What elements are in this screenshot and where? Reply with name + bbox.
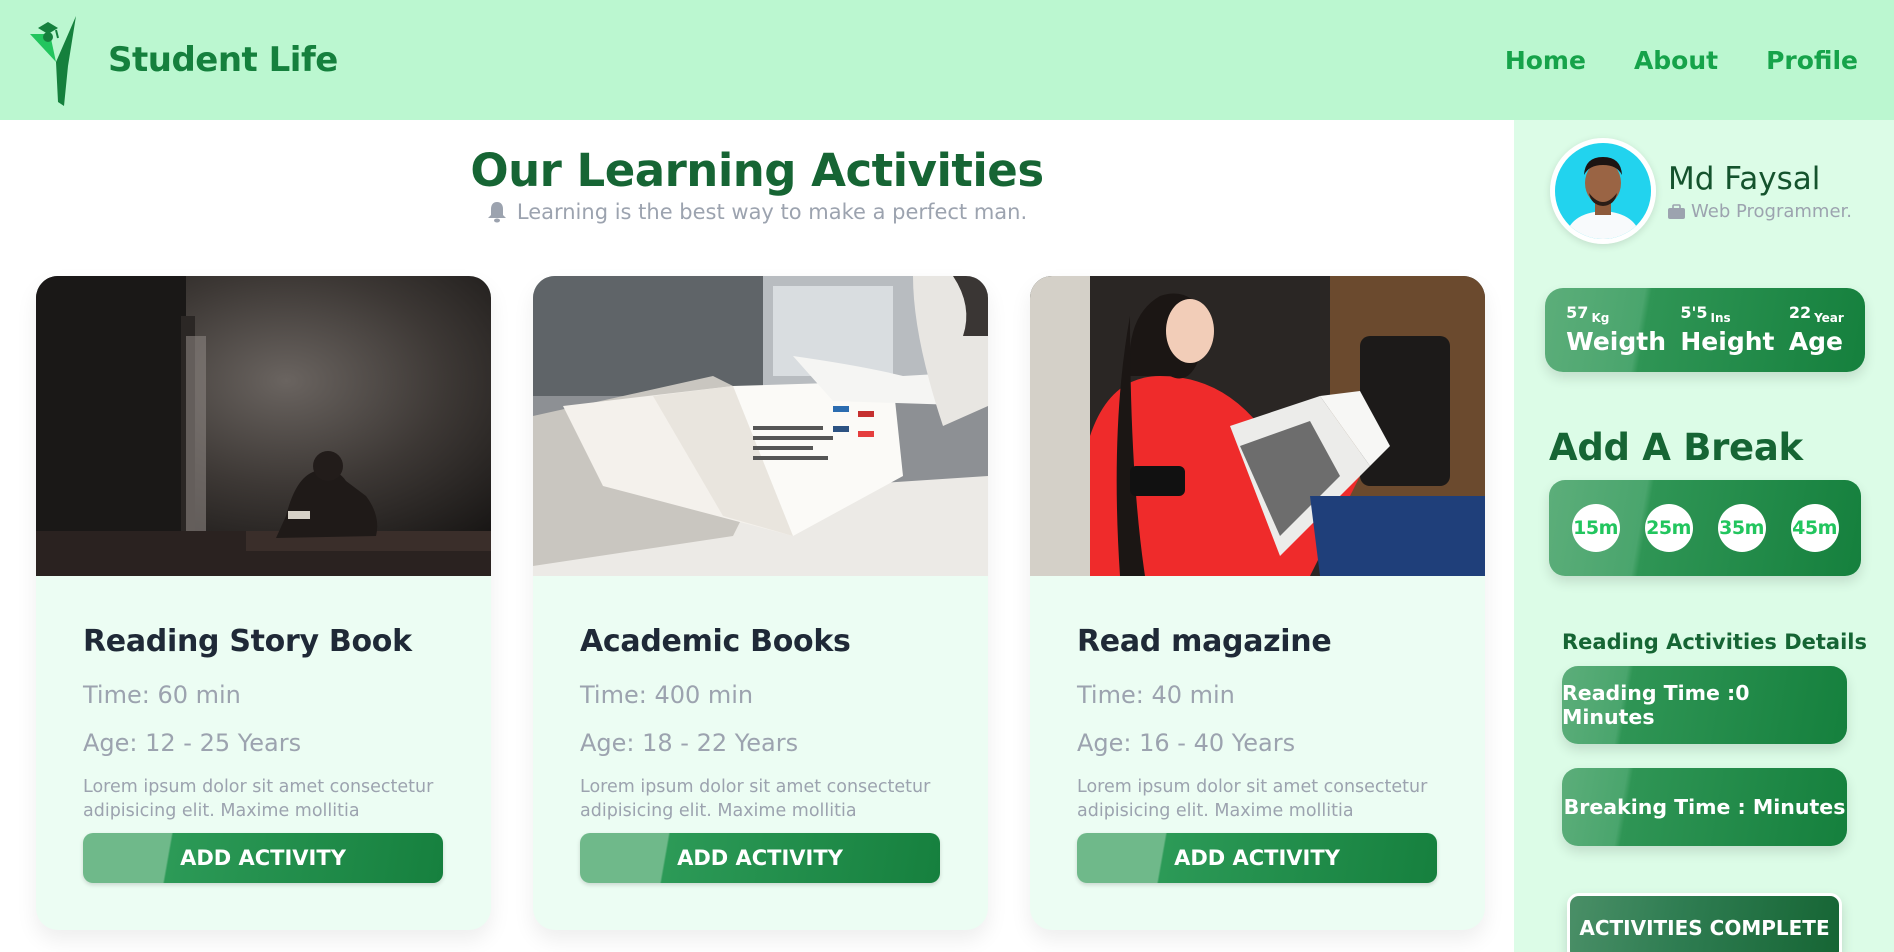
add-activity-button[interactable]: ADD ACTIVITY [580,833,940,883]
stat-label: Height [1680,326,1775,356]
page-title: Our Learning Activities [470,144,1044,197]
card-title: Academic Books [580,624,851,659]
nav-home[interactable]: Home [1505,46,1586,75]
profile-role-text: Web Programmer. [1691,200,1852,222]
card-description: Lorem ipsum dolor sit amet consectetur a… [1077,777,1428,821]
profile-card: Md Faysal Web Programmer. [1550,138,1852,244]
card-description: Lorem ipsum dolor sit amet consectetur a… [83,777,434,821]
body-stats: 57 Kg Weigth 5'5 Ins Height 22 Year Age [1545,288,1865,372]
card-time: Time: 60 min [83,681,241,709]
student-logo-icon [30,16,76,106]
subtitle-text: Learning is the best way to make a perfe… [516,200,1028,224]
profile-name: Md Faysal [1668,160,1821,197]
profile-role: Web Programmer. [1668,201,1852,222]
activity-card: Read magazine Time: 40 min Age: 16 - 40 … [1030,276,1485,930]
avatar [1550,138,1656,244]
stat-label: Age [1788,326,1844,356]
break-option-45m[interactable]: 45m [1790,504,1839,552]
card-age: Age: 16 - 40 Years [1077,729,1296,757]
card-title: Reading Story Book [83,624,412,659]
add-break-title: Add A Break [1549,426,1803,469]
brand[interactable]: Student Life [28,14,338,106]
bell-icon [487,202,506,223]
nav-about[interactable]: About [1634,46,1718,75]
stat-age: 22 Year Age [1788,302,1844,357]
card-age: Age: 12 - 25 Years [83,729,302,757]
breaking-time-display: Breaking Time : Minutes [1562,768,1847,846]
stat-label: Weigth [1566,326,1667,356]
break-option-15m[interactable]: 15m [1571,504,1620,552]
card-time: Time: 40 min [1077,681,1235,709]
nav-profile[interactable]: Profile [1766,46,1858,75]
card-description: Lorem ipsum dolor sit amet consectetur a… [580,777,931,821]
stat-value: 5'5 [1680,302,1708,322]
break-option-35m[interactable]: 35m [1717,504,1766,552]
main-content: Our Learning Activities Learning is the … [0,120,1514,952]
card-title: Read magazine [1077,624,1332,659]
activity-card: Academic Books Time: 400 min Age: 18 - 2… [533,276,988,930]
page-subtitle: Learning is the best way to make a perfe… [0,200,1514,224]
add-activity-button[interactable]: ADD ACTIVITY [1077,833,1437,883]
brand-name: Student Life [108,40,338,80]
stat-unit: Ins [1710,310,1731,325]
card-image-reading-story [36,276,491,576]
details-title: Reading Activities Details [1562,630,1868,654]
activity-card: Reading Story Book Time: 60 min Age: 12 … [36,276,491,930]
activities-complete-button[interactable]: ACTIVITIES COMPLETE [1567,893,1842,952]
add-activity-button[interactable]: ADD ACTIVITY [83,833,443,883]
card-time: Time: 400 min [580,681,754,709]
main-nav: Home About Profile [1505,46,1858,75]
profile-sidebar: Md Faysal Web Programmer. 57 Kg Weigth 5'… [1514,120,1894,952]
activity-cards: Reading Story Book Time: 60 min Age: 12 … [36,276,1485,930]
stat-unit: Kg [1591,310,1610,325]
stat-value: 57 [1566,302,1589,322]
card-age: Age: 18 - 22 Years [580,729,799,757]
stat-value: 22 [1788,302,1812,322]
top-header: Student Life Home About Profile [0,0,1894,120]
stat-unit: Year [1814,310,1844,325]
briefcase-icon [1668,203,1685,219]
card-image-read-magazine [1030,276,1485,576]
reading-time-display: Reading Time :0 Minutes [1562,666,1847,744]
stat-height: 5'5 Ins Height [1680,302,1775,357]
break-option-25m[interactable]: 25m [1644,504,1693,552]
stat-weight: 57 Kg Weigth [1566,302,1667,357]
card-image-academic-books [533,276,988,576]
break-options: 15m 25m 35m 45m [1549,480,1861,576]
